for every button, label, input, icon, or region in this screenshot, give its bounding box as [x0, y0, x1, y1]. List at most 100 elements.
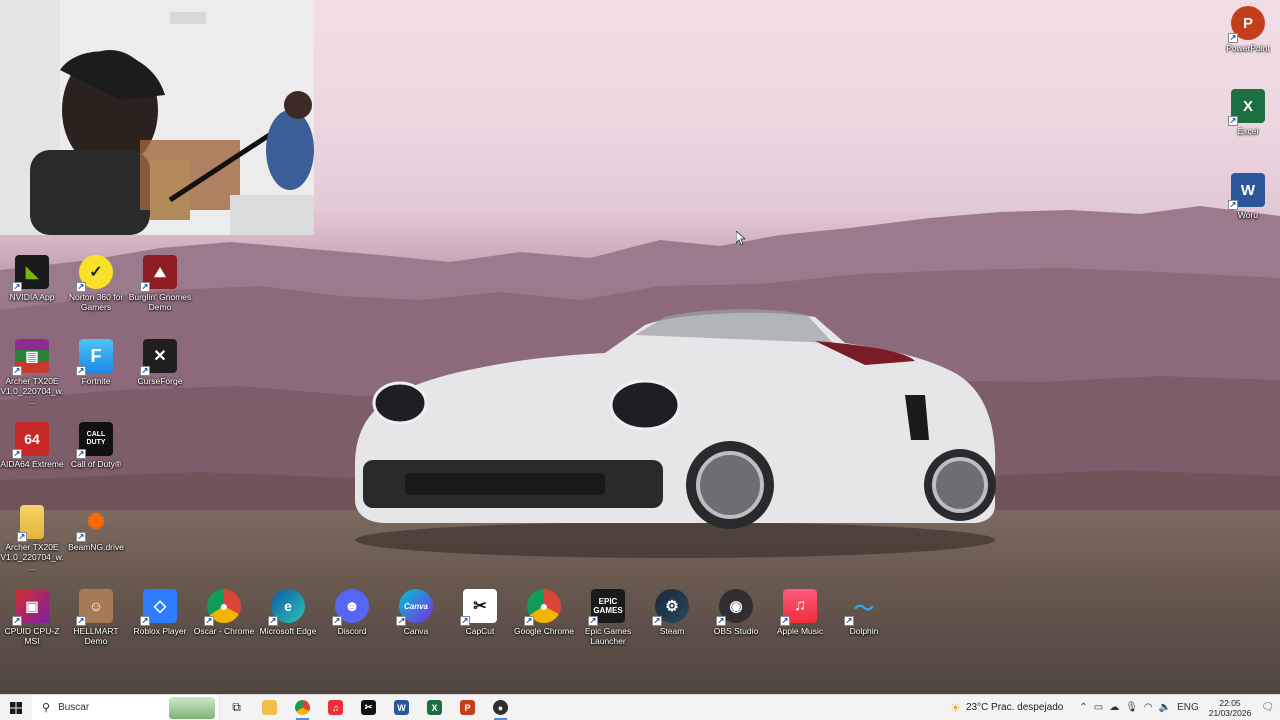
- desktop-icon-powerpoint[interactable]: P ↗ PowerPoint: [1216, 6, 1280, 53]
- nvidia-icon: ◣ ↗: [12, 255, 49, 292]
- desktop-icon-norton[interactable]: ✓ ↗ Norton 360 for Gamers: [64, 255, 128, 312]
- chevron-up-icon[interactable]: ⌃: [1079, 702, 1087, 713]
- call-of-duty-icon: CALL DUTY ↗: [76, 422, 113, 459]
- desktop-icon-cpuid[interactable]: ▣ ↗ CPUID CPU-Z MSI: [0, 589, 64, 646]
- desktop-icon-google-chrome[interactable]: ● ↗ Google Chrome: [512, 589, 576, 636]
- notification-icon[interactable]: 🗨: [1261, 702, 1274, 713]
- desktop-icon-hellmart[interactable]: ☺ ↗ HELLMART Demo: [64, 589, 128, 646]
- cpuid-icon: ▣ ↗: [12, 589, 49, 626]
- desktop-icon-discord[interactable]: ☻ ↗ Discord: [320, 589, 384, 636]
- desktop-icon-archer-1[interactable]: ▤ ↗ Archer TX20E V1.0_220704_w...: [0, 339, 64, 406]
- desktop-icon-steam[interactable]: ⚙ ↗ Steam: [640, 589, 704, 636]
- desktop-icon-obs[interactable]: ◉ ↗ OBS Studio: [704, 589, 768, 636]
- powerpoint-icon: P ↗: [1228, 6, 1265, 43]
- clock-time: 22:05: [1219, 697, 1241, 708]
- desktop-icon-label: Call of Duty®: [70, 459, 122, 469]
- search-icon: ⚲: [42, 702, 51, 714]
- speaker-icon[interactable]: 🔈: [1159, 702, 1171, 713]
- desktop-icon-oscar-chrome[interactable]: ● ↗ Oscar - Chrome: [192, 589, 256, 636]
- desktop-icon-label: Archer TX20E V1.0_220704_w...: [0, 542, 64, 572]
- word-icon: W: [394, 700, 409, 715]
- taskbar-search-box[interactable]: ⚲ Buscar: [32, 694, 220, 720]
- obs-icon: ●: [493, 700, 508, 715]
- taskbar-obs[interactable]: ●: [484, 695, 517, 720]
- desktop-icon-fortnite[interactable]: F ↗ Fortnite: [64, 339, 128, 386]
- desktop-icon-label: PowerPoint: [1226, 43, 1270, 53]
- desktop-icon-apple-music[interactable]: ♫ ↗ Apple Music: [768, 589, 832, 636]
- desktop-icon-roblox[interactable]: ◇ ↗ Roblox Player: [128, 589, 192, 636]
- weather-text: 23°C Prac. despejado: [965, 702, 1064, 713]
- start-button[interactable]: [0, 695, 32, 720]
- desktop-icon-label: Word: [1237, 210, 1259, 220]
- desktop-icon-capcut[interactable]: ✂ ↗ CapCut: [448, 589, 512, 636]
- desktop-icon-nvidia[interactable]: ◣ ↗ NVIDIA App: [0, 255, 64, 302]
- taskbar-capcut[interactable]: ✂: [352, 695, 385, 720]
- weather-widget[interactable]: ☀ 23°C Prac. despejado: [950, 701, 1063, 715]
- clock-date: 21/03/2026: [1208, 707, 1252, 718]
- desktop-icon-label: CurseForge: [137, 376, 183, 386]
- taskbar-excel[interactable]: X: [418, 695, 451, 720]
- aida64-icon: 64 ↗: [12, 422, 49, 459]
- webcam-overlay: [0, 0, 314, 235]
- desktop-icon-epic-games[interactable]: EPIC GAMES ↗ Epic Games Launcher: [576, 589, 640, 646]
- desktop-icon-label: Norton 360 for Gamers: [68, 292, 124, 312]
- excel-icon: X: [427, 700, 442, 715]
- desktop-icon-canva[interactable]: Canva ↗ Canva: [384, 589, 448, 636]
- desktop-icon-archer-2[interactable]: ↗ Archer TX20E V1.0_220704_w...: [0, 505, 64, 572]
- microphone-icon[interactable]: 🎙: [1125, 702, 1138, 713]
- powerpoint-icon: P: [460, 700, 475, 715]
- beamng-icon: ✺ ↗: [76, 509, 106, 542]
- capcut-icon: ✂: [361, 700, 376, 715]
- language-indicator[interactable]: ENG: [1177, 702, 1199, 713]
- desktop-icon-aida64[interactable]: 64 ↗ AIDA64 Extreme: [0, 422, 64, 469]
- desktop-icon-dolphin[interactable]: 〜 ↗ Dolphin: [832, 589, 896, 636]
- wifi-icon[interactable]: ◠: [1144, 702, 1153, 713]
- desktop-icon-label: Apple Music: [776, 626, 824, 636]
- taskbar-file-explorer[interactable]: [253, 695, 286, 720]
- desktop-icon-label: OBS Studio: [713, 626, 759, 636]
- epic-games-icon: EPIC GAMES ↗: [588, 589, 625, 626]
- folder-zip-icon: ↗: [17, 505, 44, 542]
- cloud-icon[interactable]: ☁: [1109, 702, 1119, 713]
- desktop-icon-label: Discord: [337, 626, 367, 636]
- taskbar-word[interactable]: W: [385, 695, 418, 720]
- curseforge-icon: ✕ ↗: [140, 339, 177, 376]
- taskbar-chrome[interactable]: [286, 695, 319, 720]
- desktop-icon-edge[interactable]: e ↗ Microsoft Edge: [256, 589, 320, 636]
- capcut-icon: ✂ ↗: [460, 589, 497, 626]
- desktop-icon-word[interactable]: W ↗ Word: [1216, 173, 1280, 220]
- desktop-icon-label: Fortnite: [81, 376, 111, 386]
- desktop-icon-label: CapCut: [465, 626, 495, 636]
- desktop-icon-beamng[interactable]: ✺ ↗ BeamNG.drive: [64, 505, 128, 552]
- steam-icon: ⚙ ↗: [652, 589, 689, 626]
- taskbar-apple-music[interactable]: ♫: [319, 695, 352, 720]
- taskbar-powerpoint[interactable]: P: [451, 695, 484, 720]
- desktop-icon-label: Canva: [403, 626, 429, 636]
- desktop-icon-call-of-duty[interactable]: CALL DUTY ↗ Call of Duty®: [64, 422, 128, 469]
- chrome-icon: ● ↗: [204, 589, 241, 626]
- desktop-icon-excel[interactable]: X ↗ Excel: [1216, 89, 1280, 136]
- desktop-icon-label: Archer TX20E V1.0_220704_w...: [0, 376, 64, 406]
- dolphin-icon: 〜 ↗: [844, 597, 874, 626]
- task-view-button[interactable]: ⧉: [220, 695, 253, 720]
- task-view-icon: ⧉: [232, 700, 241, 714]
- hellmart-icon: ☺ ↗: [76, 589, 113, 626]
- windows-logo-icon: [10, 701, 22, 714]
- display-icon[interactable]: ▭: [1094, 702, 1103, 713]
- desktop-icon-label: NVIDIA App: [9, 292, 55, 302]
- desktop-icon-label: Microsoft Edge: [259, 626, 317, 636]
- desktop-icon-label: CPUID CPU-Z MSI: [4, 626, 60, 646]
- fortnite-icon: F ↗: [76, 339, 113, 376]
- obs-icon: ◉ ↗: [716, 589, 753, 626]
- desktop-icon-burglin-gnomes[interactable]: ⛰ ↗ Burglin' Gnomes Demo: [128, 255, 192, 312]
- chrome-icon: [295, 700, 310, 715]
- system-tray: ☀ 23°C Prac. despejado ⌃ ▭ ☁ 🎙 ◠ 🔈 ENG 2…: [950, 695, 1280, 720]
- mouse-cursor-icon: [736, 231, 746, 245]
- search-highlight-image: [169, 696, 215, 719]
- desktop-icon-label: Roblox Player: [133, 626, 187, 636]
- clock[interactable]: 22:05 21/03/2026: [1209, 698, 1252, 718]
- chrome-icon: ● ↗: [524, 589, 561, 626]
- word-icon: W ↗: [1228, 173, 1265, 210]
- discord-icon: ☻ ↗: [332, 589, 369, 626]
- desktop-icon-curseforge[interactable]: ✕ ↗ CurseForge: [128, 339, 192, 386]
